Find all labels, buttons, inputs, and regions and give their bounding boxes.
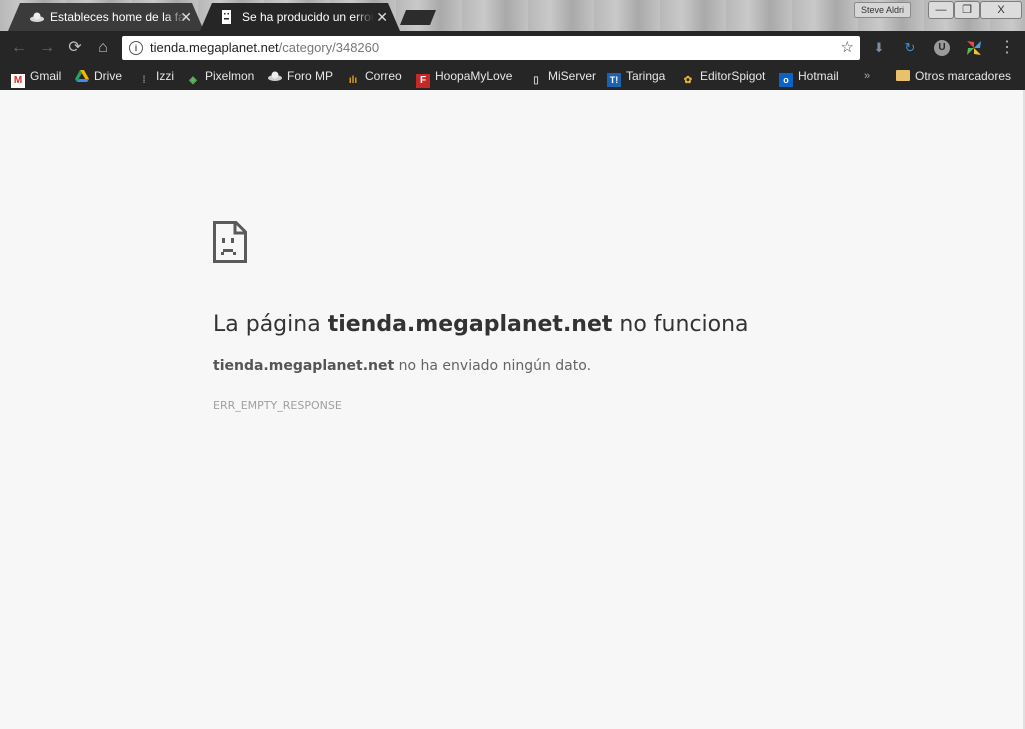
bookmark-star-icon[interactable]: ☆ [841,36,854,60]
error-detail: tienda.megaplanet.net no ha enviado ning… [213,358,592,374]
tab-title: Estableces home de la fa [50,10,185,24]
pixelmon-icon: ◈ [189,75,197,86]
browser-toolbar: ← → ⟳ ⌂ i tienda.megaplanet.net/category… [0,31,1025,64]
bookmark-gmail[interactable]: M Gmail [11,64,61,90]
sync-icon[interactable]: ↻ [901,39,919,57]
close-tab-icon[interactable]: ✕ [376,3,388,31]
back-button[interactable]: ← [8,37,30,59]
folder-icon [896,70,910,81]
error-heading: La página tienda.megaplanet.net no funci… [213,312,749,337]
sad-document-icon [222,10,231,24]
minimize-button[interactable]: — [928,1,954,19]
outlook-icon: o [779,73,793,87]
bookmark-taringa[interactable]: T! Taringa [607,64,665,90]
f-icon: F [416,74,430,88]
ufo-icon [268,71,282,81]
bookmark-correo[interactable]: ılı Correo [346,64,402,90]
taringa-icon: T! [607,73,621,87]
spigot-icon: ✿ [683,75,693,86]
download-icon[interactable]: ⬇ [870,39,888,57]
bookmark-miserver[interactable]: ▯ MiServer [529,64,596,90]
bookmarks-overflow-button[interactable]: » [864,64,870,88]
bookmark-hotmail[interactable]: o Hotmail [779,64,839,90]
profile-button[interactable]: Steve Aldri [854,2,912,18]
tab-estableces-home[interactable]: Estableces home de la fa ✕ [8,3,204,31]
bookmark-izzi[interactable]: ⁞ Izzi [137,64,174,90]
bookmark-editorspigot[interactable]: ✿ EditorSpigot [681,64,766,90]
address-bar[interactable]: i tienda.megaplanet.net/category/348260 … [122,36,860,60]
sad-page-icon [213,221,247,263]
other-bookmarks-folder[interactable]: Otros marcadores [896,64,1011,90]
url-text: tienda.megaplanet.net/category/348260 [150,40,380,55]
bookmark-hoopamylove[interactable]: F HoopaMyLove [416,64,512,90]
info-icon[interactable]: i [129,41,143,55]
page-content: La página tienda.megaplanet.net no funci… [0,90,1025,729]
bookmark-foro-mp[interactable]: Foro MP [268,64,333,90]
restore-button[interactable]: ❐ [954,1,980,19]
bookmark-pixelmon[interactable]: ◈ Pixelmon [186,64,254,90]
title-bar: Estableces home de la fa ✕ Se ha produci… [0,0,1025,31]
page-icon: ▯ [533,75,539,86]
new-tab-button[interactable] [400,10,436,25]
reload-button[interactable]: ⟳ [64,37,86,59]
correo-icon: ılı [348,75,358,86]
close-window-button[interactable]: X [980,1,1022,19]
windmill-icon[interactable] [965,39,983,57]
ufo-icon [30,12,44,22]
tab-title: Se ha producido un error [242,10,374,24]
bookmarks-bar: M Gmail Drive ⁞ Izzi ◈ Pixelmon Foro MP ılı… [0,64,1025,90]
gmail-icon: M [11,74,25,88]
izzi-icon: ⁞ [142,75,146,86]
home-button[interactable]: ⌂ [92,37,114,59]
bookmark-drive[interactable]: Drive [75,64,122,90]
forward-button[interactable]: → [36,37,58,59]
ublock-icon[interactable]: U [934,40,950,56]
close-tab-icon[interactable]: ✕ [180,3,192,31]
drive-icon [75,70,89,82]
error-code: ERR_EMPTY_RESPONSE [213,399,342,412]
tab-error-page[interactable]: Se ha producido un error ✕ [200,3,400,31]
menu-icon[interactable]: ⋮ [998,39,1016,57]
